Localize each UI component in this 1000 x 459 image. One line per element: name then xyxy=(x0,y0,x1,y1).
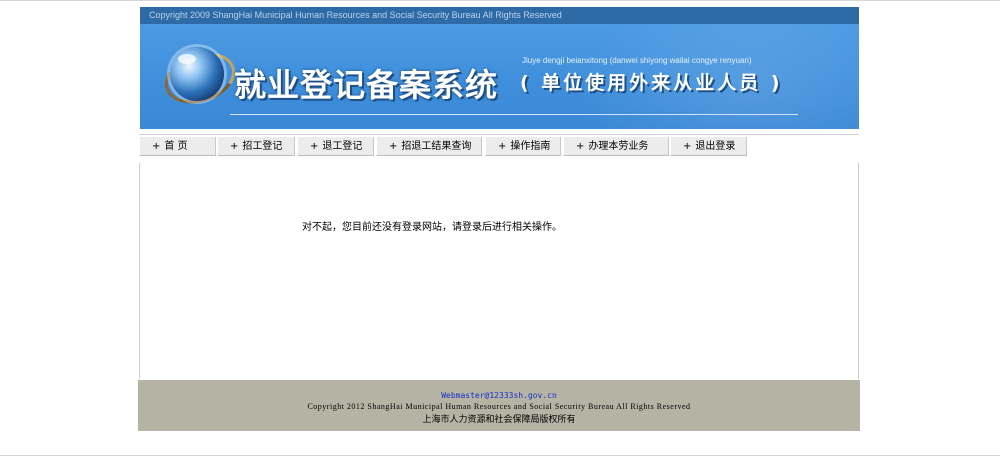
plus-icon: + xyxy=(230,141,239,152)
plus-icon: + xyxy=(576,141,585,152)
footer-org: 上海市人力资源和社会保障局版权所有 xyxy=(422,415,576,425)
footer: Webmaster@12333sh.gov.cn Copyright 2012 … xyxy=(138,380,860,431)
system-title: 就业登记备案系统 xyxy=(234,66,499,104)
webmaster-email-link[interactable]: Webmaster@12333sh.gov.cn xyxy=(138,391,860,400)
main-content: 对不起，您目前还没有登录网站，请登录后进行相关操作。 xyxy=(139,163,859,379)
nav-item-hire-register[interactable]: + 招工登记 xyxy=(217,137,295,156)
login-required-message: 对不起，您目前还没有登录网站，请登录后进行相关操作。 xyxy=(302,222,562,233)
plus-icon: + xyxy=(310,141,319,152)
plus-icon: + xyxy=(683,141,692,152)
nav-item-label: 招退工结果查询 xyxy=(401,141,472,152)
top-divider xyxy=(0,0,1000,1)
plus-icon: + xyxy=(152,141,161,152)
globe-icon xyxy=(170,47,224,101)
nav-item-label: 招工登记 xyxy=(242,141,283,152)
nav-item-home[interactable]: + 首 页 xyxy=(139,137,216,156)
nav-item-local-business[interactable]: + 办理本劳业务 xyxy=(563,137,669,156)
system-title-pinyin: Jiuye dengji beianxitong (danwei shiyong… xyxy=(522,56,752,65)
nav-item-label: 操作指南 xyxy=(510,141,551,152)
nav-item-guide[interactable]: + 操作指南 xyxy=(485,137,561,156)
header-copyright-text: Copyright 2009 ShangHai Municipal Human … xyxy=(149,10,562,20)
plus-icon: + xyxy=(498,141,507,152)
title-underline xyxy=(230,114,798,115)
globe-highlight xyxy=(178,54,196,64)
system-subtitle: ( 单位使用外来从业人员 ) xyxy=(520,72,783,94)
nav-item-label: 退工登记 xyxy=(322,141,363,152)
nav-item-label: 退出登录 xyxy=(695,141,736,152)
header-copyright-bar: Copyright 2009 ShangHai Municipal Human … xyxy=(140,7,859,24)
bottom-divider xyxy=(0,455,1000,456)
main-nav: + 首 页 + 招工登记 + 退工登记 + 招退工结果查询 + 操作指南 + 办理本劳业务 … xyxy=(139,134,859,159)
nav-item-label: 办理本劳业务 xyxy=(588,141,649,152)
nav-item-label: 首 页 xyxy=(164,141,188,152)
nav-item-dismiss-register[interactable]: + 退工登记 xyxy=(297,137,374,156)
plus-icon: + xyxy=(389,141,398,152)
nav-item-result-query[interactable]: + 招退工结果查询 xyxy=(376,137,482,156)
footer-copyright: Copyright 2012 ShangHai Municipal Human … xyxy=(307,402,691,411)
nav-item-logout[interactable]: + 退出登录 xyxy=(670,137,747,156)
header-banner: 就业登记备案系统 Jiuye dengji beianxitong (danwe… xyxy=(140,24,859,129)
